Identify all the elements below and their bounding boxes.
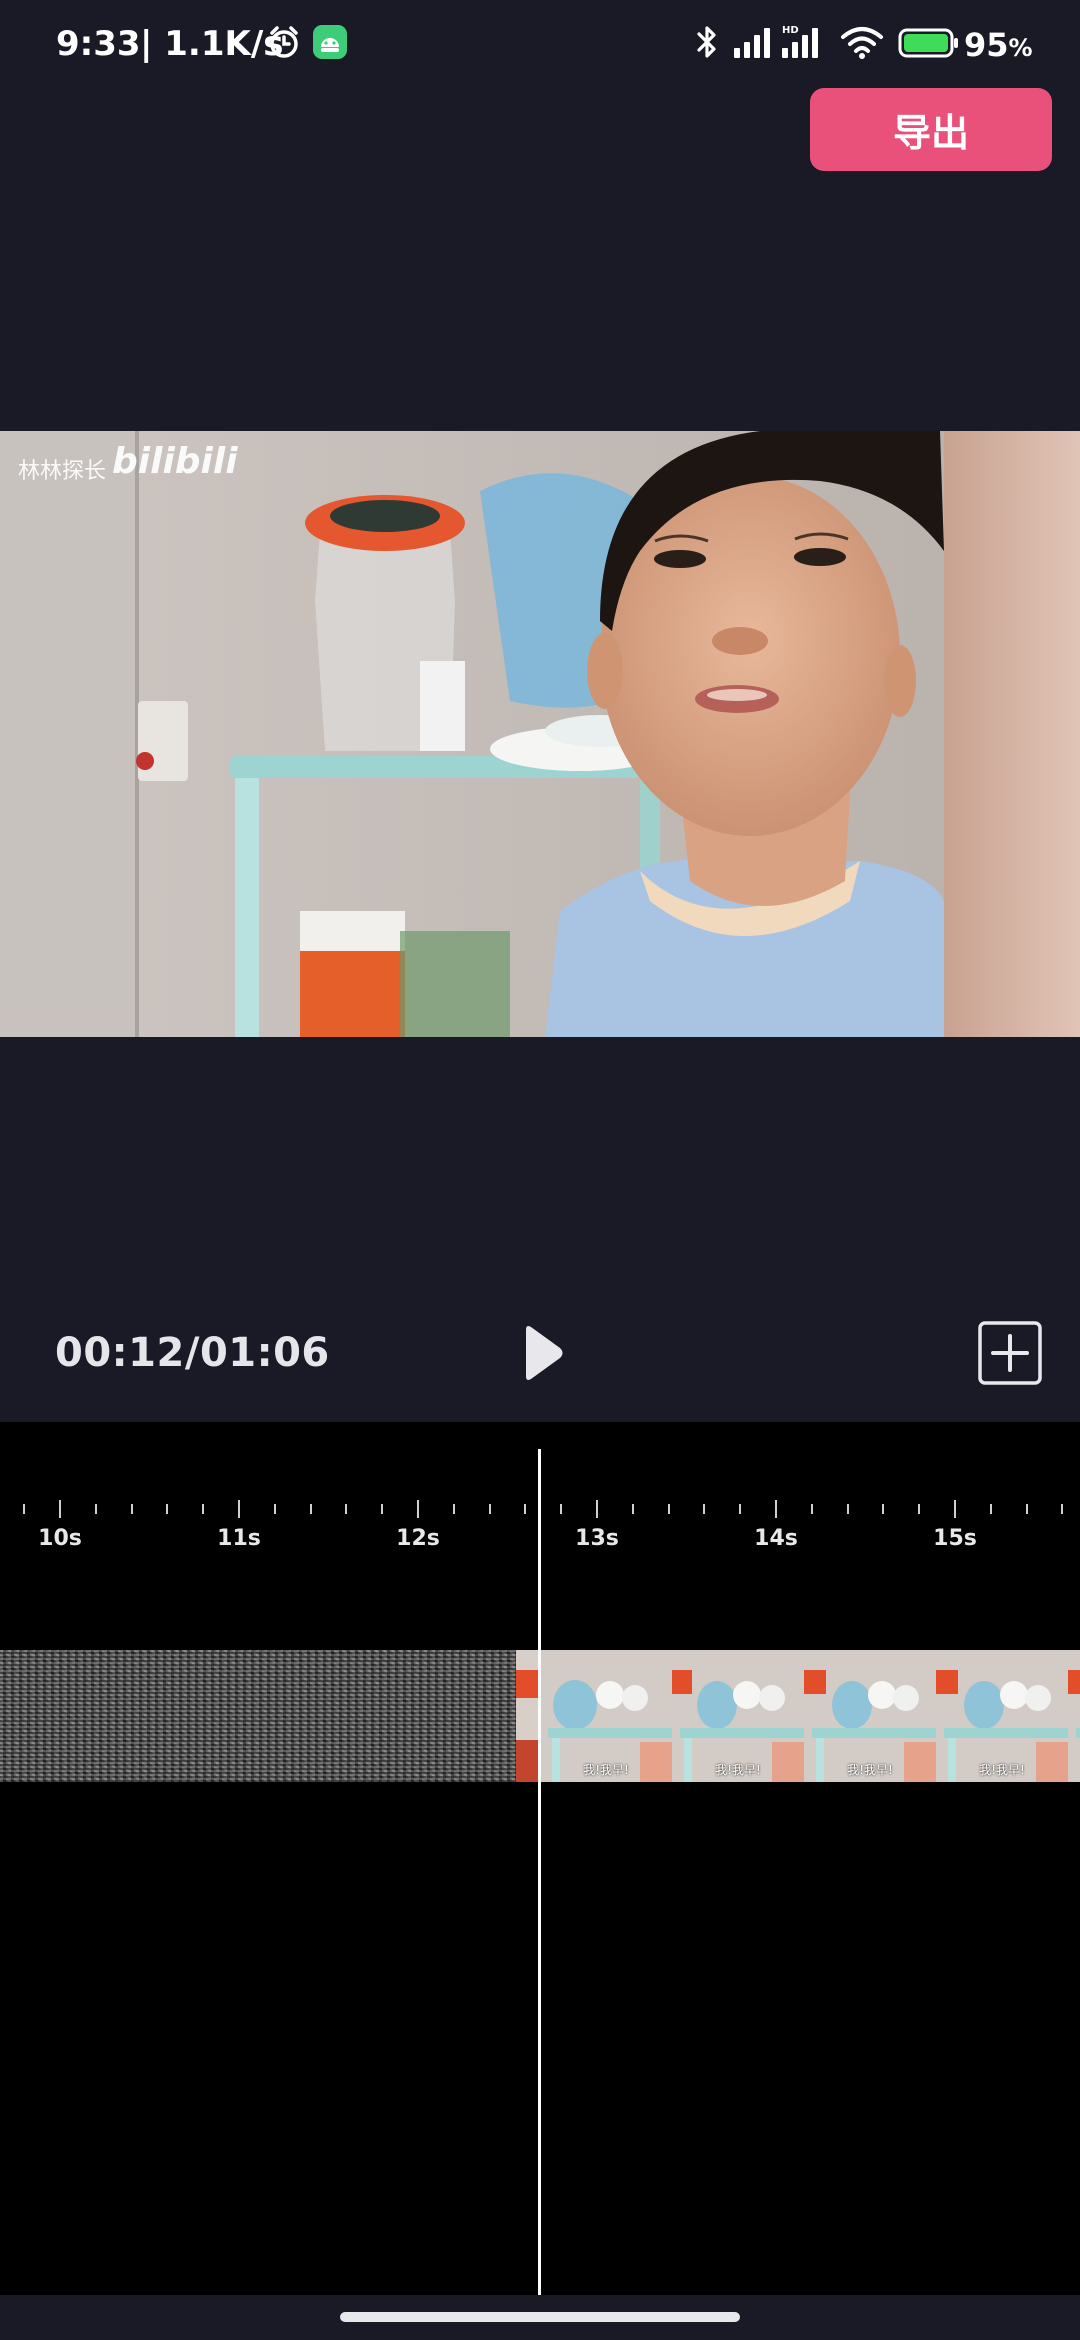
ruler-major-tick — [59, 1500, 61, 1518]
ruler-minor-tick — [918, 1504, 921, 1514]
ruler-minor-tick — [739, 1504, 742, 1514]
status-bar: 9:33 | 1.1K/s HD 95% — [0, 0, 1080, 96]
ruler-tick-label: 10s — [38, 1526, 82, 1551]
blank-clip[interactable] — [0, 1650, 516, 1782]
navigation-bar — [0, 2295, 1080, 2340]
home-indicator[interactable] — [340, 2312, 740, 2322]
alarm-icon — [266, 24, 302, 64]
ruler-minor-tick — [488, 1504, 491, 1514]
battery-icon — [898, 24, 960, 64]
ruler-tick-label: 13s — [575, 1526, 619, 1551]
ruler-minor-tick — [23, 1504, 26, 1514]
ruler-tick-label: 14s — [754, 1526, 798, 1551]
export-button[interactable]: 导出 — [810, 88, 1052, 171]
status-time: 9:33 — [56, 24, 141, 64]
ruler-major-tick — [954, 1500, 956, 1518]
clip-thumbnail: 我!我早! — [804, 1650, 936, 1782]
clip-thumbnail — [516, 1650, 540, 1782]
ruler-minor-tick — [452, 1504, 455, 1514]
ruler-minor-tick — [381, 1504, 384, 1514]
current-time: 00:12 — [55, 1330, 185, 1376]
watermark-text: 林林探长 — [18, 459, 107, 484]
ruler-minor-tick — [94, 1504, 97, 1514]
total-time: 01:06 — [199, 1330, 330, 1376]
ruler-minor-tick — [846, 1504, 849, 1514]
battery-level: 95% — [964, 26, 1033, 64]
time-separator: / — [184, 1330, 200, 1376]
clip-caption: 我!我早! — [979, 1763, 1025, 1777]
ruler-major-tick — [417, 1500, 419, 1518]
ruler-major-tick — [596, 1500, 598, 1518]
clip-caption: 我!我早! — [715, 1763, 761, 1777]
ruler-minor-tick — [703, 1504, 706, 1514]
hd-signal-icon: HD — [780, 24, 824, 64]
clip-caption: 我!我早! — [847, 1763, 893, 1777]
signal-icon — [732, 24, 774, 64]
clip-caption: 我!我早! — [583, 1763, 629, 1777]
ruler-minor-tick — [202, 1504, 205, 1514]
video-frame — [0, 431, 1080, 1037]
wifi-icon — [840, 24, 884, 64]
play-icon — [526, 1326, 563, 1380]
clip-thumbnail: 我!我早! — [540, 1650, 672, 1782]
ruler-minor-tick — [1025, 1504, 1028, 1514]
add-clip-icon — [978, 1321, 1042, 1385]
network-speed: | 1.1K/s — [140, 24, 284, 64]
ruler-minor-tick — [273, 1504, 276, 1514]
ruler-minor-tick — [560, 1504, 563, 1514]
ruler-minor-tick — [130, 1504, 133, 1514]
android-app-icon — [312, 24, 348, 64]
time-display: 00:12/01:06 — [55, 1330, 330, 1376]
bilibili-logo: bilibili — [112, 441, 238, 482]
clip-thumbnail — [1068, 1650, 1080, 1782]
clip-thumbnail: 我!我早! — [672, 1650, 804, 1782]
ruler-minor-tick — [989, 1504, 992, 1514]
ruler-minor-tick — [166, 1504, 169, 1514]
playhead[interactable] — [538, 1449, 541, 2295]
ruler-minor-tick — [1061, 1504, 1064, 1514]
ruler-minor-tick — [524, 1504, 527, 1514]
ruler-minor-tick — [631, 1504, 634, 1514]
bluetooth-icon — [692, 24, 722, 64]
ruler-minor-tick — [810, 1504, 813, 1514]
clip-thumbnail: 我!我早! — [936, 1650, 1068, 1782]
add-clip-button[interactable] — [977, 1320, 1043, 1386]
svg-text:HD: HD — [782, 25, 799, 36]
video-clip[interactable]: 我!我早! 我!我早! 我!我早! 我!我早! — [516, 1650, 1080, 1782]
video-editor-screen: 9:33 | 1.1K/s HD 95% 导出 林林探长 bilibili 00… — [0, 0, 1080, 2340]
ruler-minor-tick — [882, 1504, 885, 1514]
ruler-minor-tick — [309, 1504, 312, 1514]
battery-percent-sign: % — [1008, 34, 1033, 62]
ruler-tick-label: 11s — [217, 1526, 261, 1551]
ruler-major-tick — [238, 1500, 240, 1518]
video-preview[interactable]: 林林探长 bilibili — [0, 431, 1080, 1037]
play-button[interactable] — [512, 1320, 572, 1386]
ruler-tick-label: 12s — [396, 1526, 440, 1551]
ruler-tick-label: 15s — [933, 1526, 977, 1551]
ruler-minor-tick — [345, 1504, 348, 1514]
ruler-minor-tick — [667, 1504, 670, 1514]
ruler-major-tick — [775, 1500, 777, 1518]
